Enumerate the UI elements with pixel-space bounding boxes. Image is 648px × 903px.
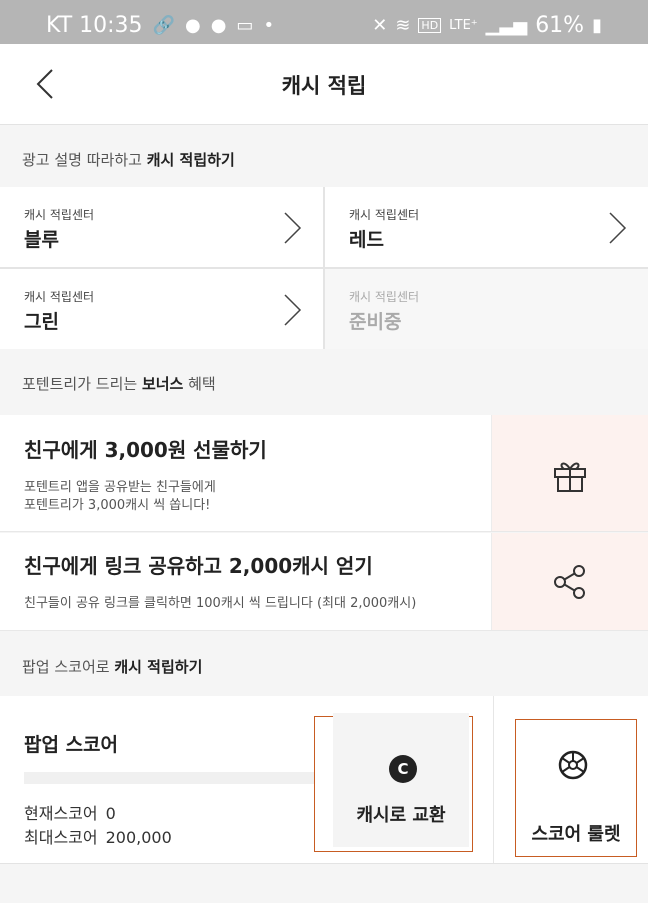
max-score-value: 200,000	[105, 828, 172, 847]
popup-score-title: 팝업 스코어	[24, 734, 119, 756]
bonus-gift-friend[interactable]: 친구에게 3,000원 선물하기 포텐트리 앱을 공유받는 친구들에게 포텐트리…	[0, 415, 648, 532]
bonus-desc-line: 포텐트리 앱을 공유받는 친구들에게	[24, 480, 216, 495]
center-green[interactable]: 캐시 적립센터 그린	[0, 269, 323, 349]
card-icon: ▭	[236, 15, 254, 36]
bonus-icon-panel[interactable]	[491, 533, 648, 630]
center-blue[interactable]: 캐시 적립센터 블루	[0, 187, 323, 267]
section-bold: 보너스	[141, 375, 184, 393]
talk-icon-2: ●	[210, 15, 227, 36]
chevron-right-icon	[284, 294, 302, 326]
section-ad-cash-header: 광고 설명 따라하고 캐시 적립하기	[0, 125, 648, 191]
center-name: 준비중	[349, 311, 402, 333]
center-sub-label: 캐시 적립센터	[24, 208, 95, 222]
section-bonus-header: 포텐트리가 드리는 보너스 혜택	[0, 349, 648, 415]
popup-score-panel: 팝업 스코어 현재스코어 0 최대스코어 200,000 C 캐시로 교환 스코어 …	[0, 696, 648, 864]
dot-icon: •	[263, 15, 275, 36]
battery-percent: 61%	[535, 13, 585, 38]
section-popup-header: 팝업 스코어로 캐시 적립하기	[0, 632, 648, 698]
section-suffix: 혜택	[183, 375, 216, 393]
center-sub-label: 캐시 적립센터	[349, 208, 420, 222]
exchange-label: 캐시로 교환	[356, 805, 446, 826]
section-bold: 캐시 적립하기	[146, 151, 235, 169]
score-roulette-button[interactable]: 스코어 룰렛	[515, 719, 637, 857]
center-sub-label: 캐시 적립센터	[24, 290, 95, 304]
cash-center-grid: 캐시 적립센터 블루 캐시 적립센터 레드 캐시 적립센터 그린 캐시 적립센터…	[0, 187, 648, 349]
section-prefix: 광고 설명 따라하고	[22, 151, 147, 169]
center-red[interactable]: 캐시 적립센터 레드	[325, 187, 648, 267]
bonus-title: 친구에게 3,000원 선물하기	[24, 438, 267, 462]
bonus-desc: 친구들이 공유 링크를 클릭하면 100캐시 씩 드립니다 (최대 2,000캐…	[24, 595, 416, 613]
center-preparing: 캐시 적립센터 준비중	[325, 269, 648, 349]
exchange-button-body: C 캐시로 교환	[333, 713, 469, 847]
roulette-label: 스코어 룰렛	[531, 824, 621, 845]
max-score-label: 최대스코어	[24, 828, 98, 847]
section-prefix: 팝업 스코어로	[22, 658, 115, 676]
chevron-right-icon	[609, 212, 627, 244]
current-score-row: 현재스코어 0	[24, 800, 116, 824]
current-score-label: 현재스코어	[24, 804, 98, 823]
max-score-row: 최대스코어 200,000	[24, 824, 172, 848]
mute-icon: ✕	[372, 15, 388, 36]
center-name: 블루	[24, 229, 59, 251]
hd-icon: HD	[418, 18, 442, 33]
app-header: 캐시 적립	[0, 44, 648, 125]
chevron-right-icon	[284, 212, 302, 244]
bonus-share-link[interactable]: 친구에게 링크 공유하고 2,000캐시 얻기 친구들이 공유 링크를 클릭하면…	[0, 533, 648, 631]
section-bold: 캐시 적립하기	[114, 658, 203, 676]
coin-icon: C	[389, 755, 417, 783]
battery-icon: ▮	[592, 15, 602, 36]
roulette-icon	[558, 750, 588, 780]
bonus-desc-line: 친구들이 공유 링크를 클릭하면 100캐시 씩 드립니다 (최대 2,000캐…	[24, 596, 417, 611]
lte-icon: LTE⁺	[449, 18, 478, 33]
center-sub-label: 캐시 적립센터	[349, 290, 420, 304]
bonus-title: 친구에게 링크 공유하고 2,000캐시 얻기	[24, 554, 373, 578]
talk-icon: ●	[184, 15, 201, 36]
vertical-divider	[493, 696, 494, 863]
gift-icon	[554, 462, 586, 492]
center-name: 레드	[349, 229, 384, 251]
share-icon	[554, 565, 585, 599]
page-title: 캐시 적립	[281, 74, 367, 98]
center-name: 그린	[24, 311, 59, 333]
current-score-value: 0	[105, 804, 116, 823]
link-icon: 🔗	[152, 15, 175, 36]
score-progress-bar	[24, 772, 314, 784]
exchange-to-cash-button[interactable]: C 캐시로 교환	[314, 713, 473, 852]
signal-icon: ▁▃▅	[485, 15, 528, 36]
bonus-desc: 포텐트리 앱을 공유받는 친구들에게 포텐트리가 3,000캐시 씩 쏩니다!	[24, 479, 216, 515]
wifi-icon: ≋	[395, 15, 411, 36]
carrier-time: KT 10:35	[46, 13, 143, 38]
status-bar: KT 10:35 🔗 ● ● ▭ • ✕ ≋ HD LTE⁺ ▁▃▅ 61% ▮	[0, 0, 648, 44]
bonus-desc-line: 포텐트리가 3,000캐시 씩 쏩니다!	[24, 498, 211, 513]
bonus-icon-panel[interactable]	[491, 415, 648, 531]
section-prefix: 포텐트리가 드리는	[22, 375, 142, 393]
